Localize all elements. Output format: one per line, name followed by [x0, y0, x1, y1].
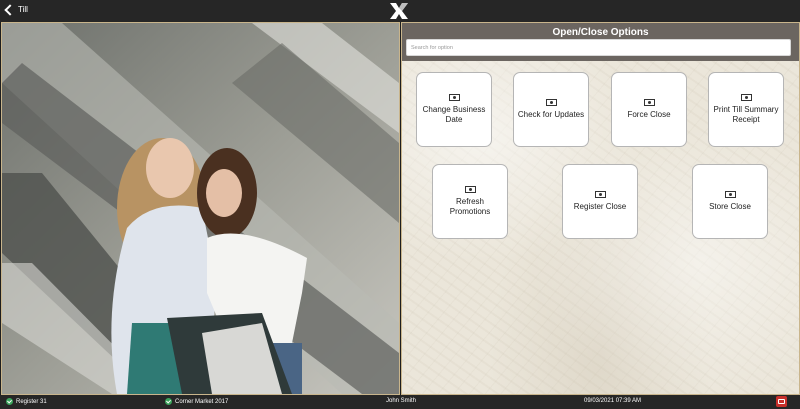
date-time: 09/03/2021 07:39 AM [584, 398, 641, 404]
register-label: Register 31 [16, 398, 47, 405]
promotional-image [1, 22, 400, 395]
user-name: John Smith [386, 398, 416, 404]
till-icon [448, 94, 460, 101]
option-change-business-date[interactable]: Change Business Date [416, 72, 492, 147]
store-label: Corner Market 2017 [175, 398, 229, 405]
panel-title: Open/Close Options [552, 27, 649, 38]
till-icon [545, 99, 557, 106]
option-label: Register Close [573, 202, 627, 211]
notification-button[interactable] [776, 396, 787, 407]
option-label: Force Close [627, 110, 671, 119]
option-store-close[interactable]: Store Close [692, 164, 768, 239]
back-button[interactable]: Till [4, 3, 28, 16]
x-logo-icon [390, 3, 408, 19]
chevron-left-icon [4, 3, 16, 16]
search-input[interactable] [406, 39, 791, 56]
option-label: Change Business Date [422, 105, 486, 124]
till-icon [594, 191, 606, 198]
option-check-for-updates[interactable]: Check for Updates [513, 72, 589, 147]
option-refresh-promotions[interactable]: Refresh Promotions [432, 164, 508, 239]
user-label: John Smith [386, 398, 417, 404]
till-icon [724, 191, 736, 198]
check-circle-icon [6, 398, 13, 405]
option-print-till-summary-receipt[interactable]: Print Till Summary Receipt [708, 72, 784, 147]
back-label: Till [18, 5, 28, 14]
status-bar: Register 31 Corner Market 2017 John Smit… [0, 395, 800, 409]
option-label: Print Till Summary Receipt [713, 105, 779, 124]
till-icon [740, 94, 752, 101]
check-circle-icon [165, 398, 172, 405]
options-panel: Open/Close Options Change Business Date … [401, 22, 800, 395]
top-bar: Till [0, 0, 800, 22]
shoppers-photo [2, 23, 399, 394]
register-status: Register 31 [6, 398, 47, 405]
option-register-close[interactable]: Register Close [562, 164, 638, 239]
till-icon [464, 186, 476, 193]
panel-header: Open/Close Options [402, 23, 799, 61]
option-label: Store Close [709, 202, 751, 211]
option-label: Refresh Promotions [449, 197, 491, 216]
option-label: Check for Updates [517, 110, 585, 119]
till-icon [643, 99, 655, 106]
datetime-label: 09/03/2021 07:39 AM [584, 398, 642, 404]
option-force-close[interactable]: Force Close [611, 72, 687, 147]
store-status: Corner Market 2017 [165, 398, 228, 405]
